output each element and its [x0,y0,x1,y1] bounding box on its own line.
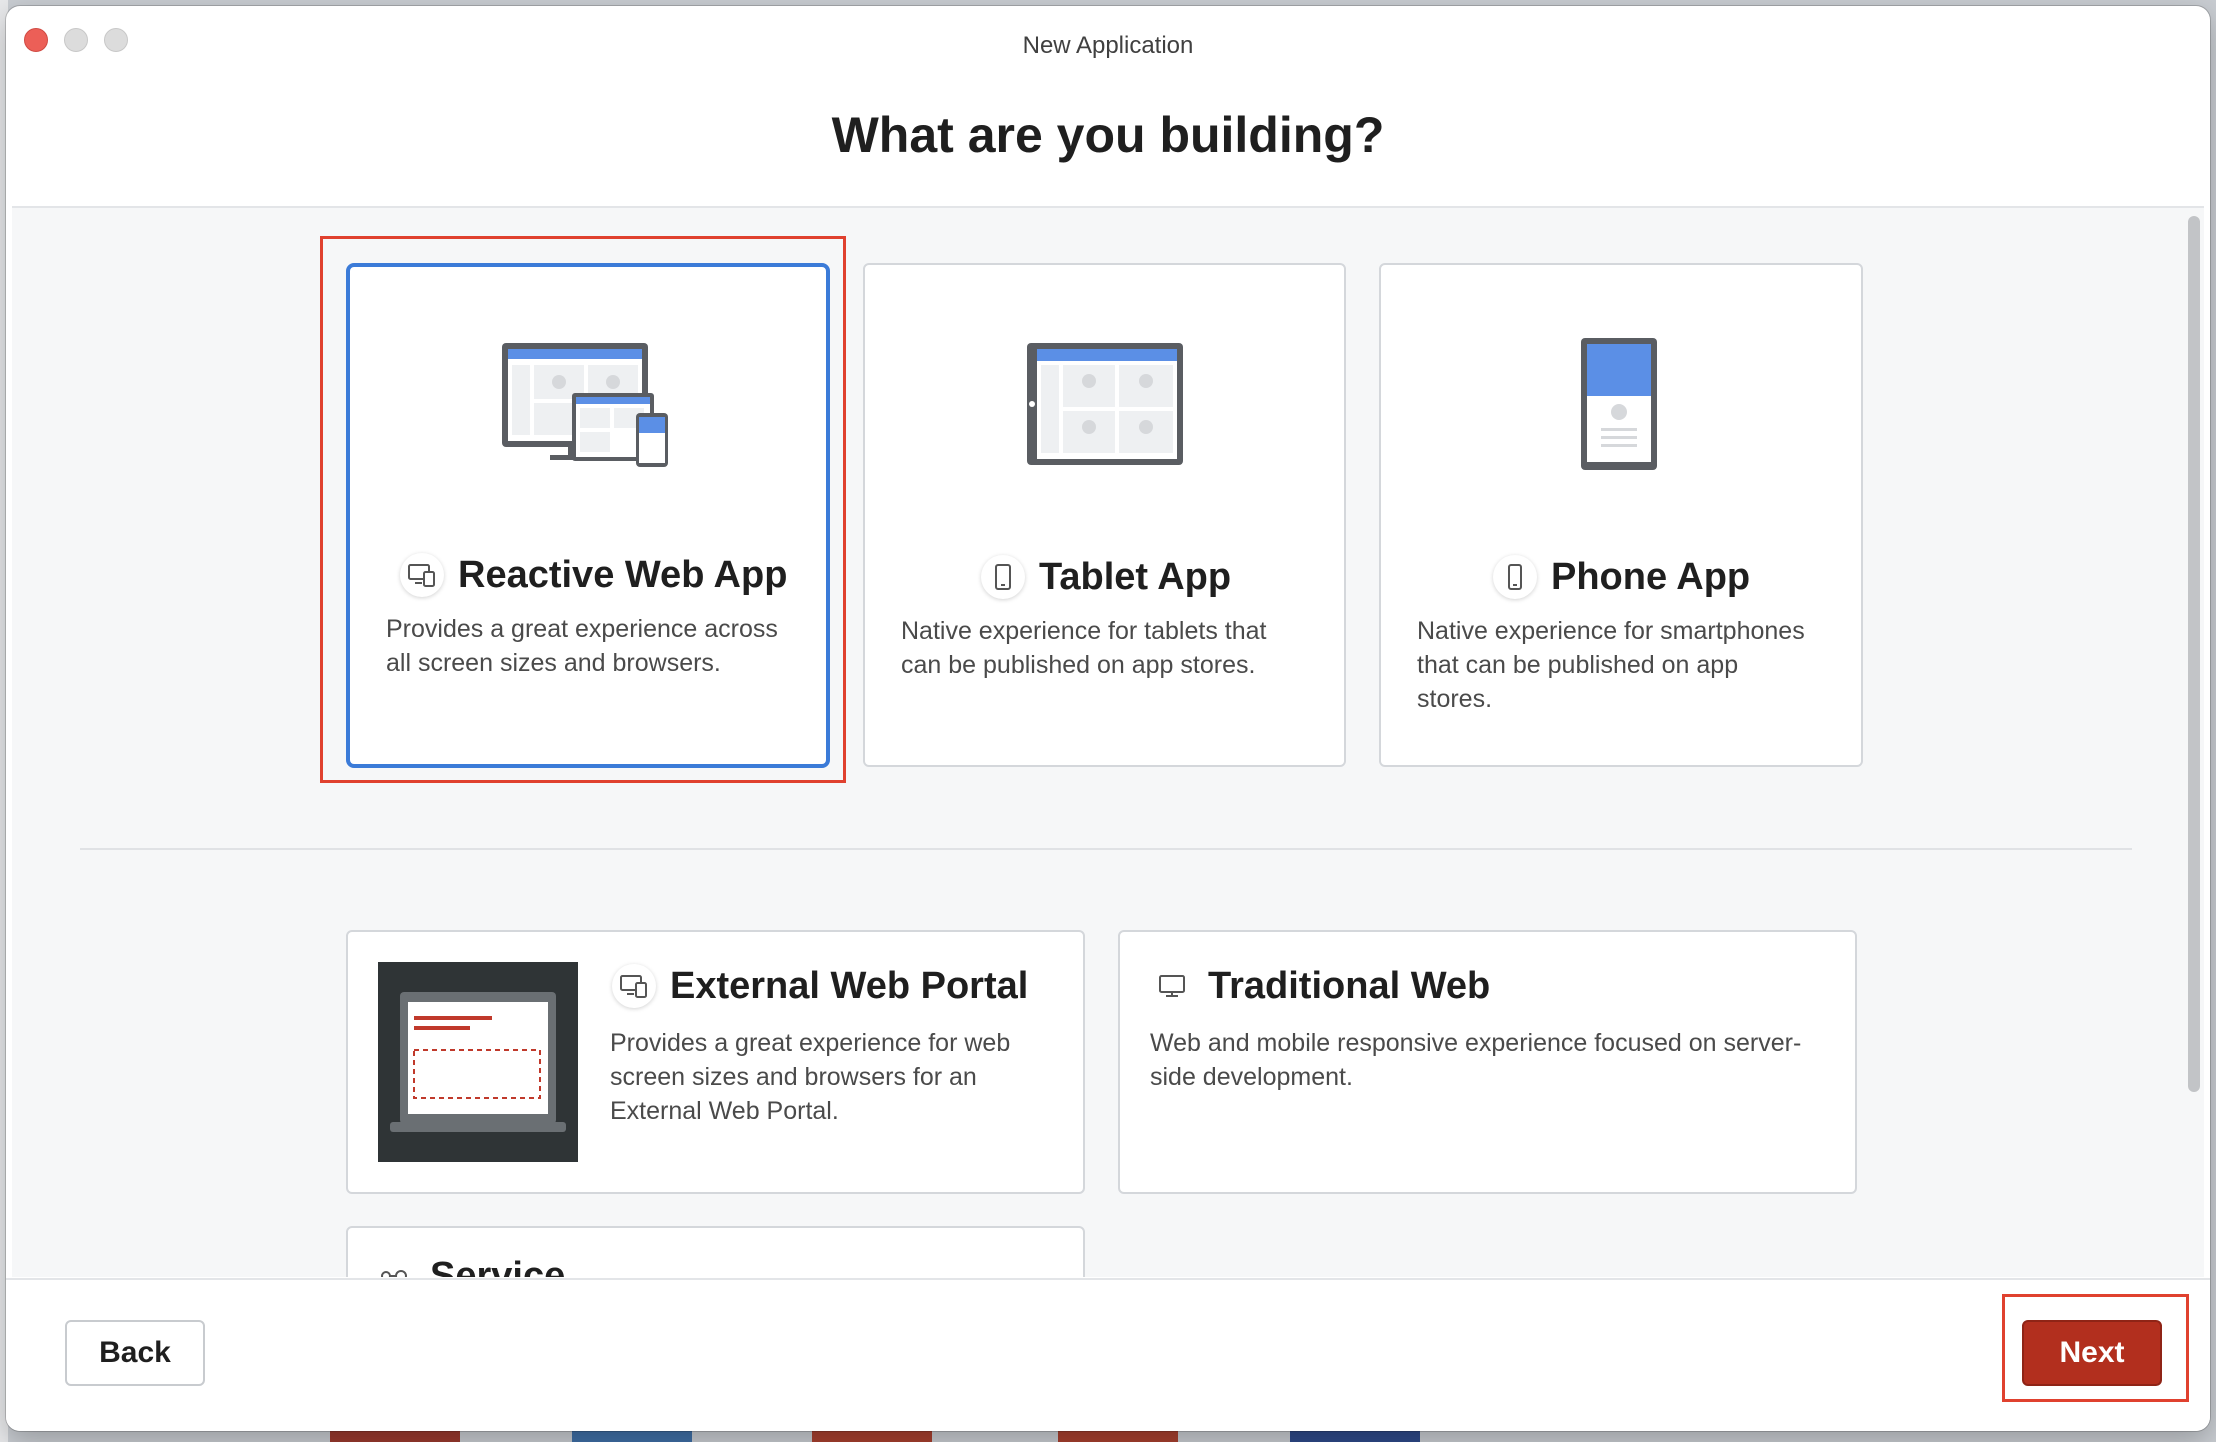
card-description: Web and mobile responsive experience foc… [1150,1029,1802,1091]
tablet-icon [981,555,1025,599]
next-button[interactable]: Next [2022,1320,2162,1386]
card-description: Native experience for tablets that can b… [901,617,1267,679]
app-type-list: Reactive Web App Provides a great experi… [12,206,2204,1277]
card-external-web-portal[interactable]: External Web Portal Provides a great exp… [346,930,1085,1194]
card-title-row: Service [372,1254,565,1277]
devices-icon [612,964,656,1008]
card-title: Reactive Web App [458,553,788,596]
card-title: Tablet App [1039,555,1232,598]
card-description: Native experience for smartphones that c… [1417,617,1805,713]
portal-illustration [378,962,578,1162]
dialog-footer: Back Next [6,1278,2210,1431]
section-divider [80,848,2132,850]
title-bar: New Application [6,6,2210,78]
card-tablet-app[interactable]: Tablet App Native experience for tablets… [863,263,1346,767]
window-title: New Application [1022,32,1194,59]
card-phone-app[interactable]: Phone App Native experience for smartpho… [1379,263,1863,767]
monitor-icon [1150,964,1194,1008]
card-title-row: Phone App [1493,555,1750,599]
card-description: Provides a great experience for web scre… [610,1029,1011,1125]
tablet-illustration [1027,343,1183,465]
card-title: Traditional Web [1208,964,1491,1007]
card-title: External Web Portal [670,964,1029,1007]
card-traditional-web[interactable]: Traditional Web Web and mobile responsiv… [1118,930,1857,1194]
card-service[interactable]: Service [346,1226,1085,1277]
devices-icon [400,553,444,597]
phone-icon [1493,555,1537,599]
new-application-dialog: New Application What are you building? R… [6,6,2210,1431]
background-app-bottom [0,1430,2216,1442]
phone-illustration [1581,338,1657,470]
card-reactive-web-app[interactable]: Reactive Web App Provides a great experi… [346,263,830,768]
card-title: Service [430,1254,566,1278]
card-title: Phone App [1551,555,1751,598]
card-title-row: Tablet App [981,555,1231,599]
card-title-row: Traditional Web [1150,964,1490,1008]
card-description: Provides a great experience across all s… [386,615,778,677]
scrollbar[interactable] [2182,208,2204,1277]
scrollbar-thumb[interactable] [2188,216,2200,1092]
card-title-row: Reactive Web App [400,553,787,597]
page-heading: What are you building? [831,107,1385,163]
back-button[interactable]: Back [65,1320,205,1386]
devices-illustration [502,343,668,467]
service-icon [372,1254,416,1277]
card-title-row: External Web Portal [612,964,1028,1008]
